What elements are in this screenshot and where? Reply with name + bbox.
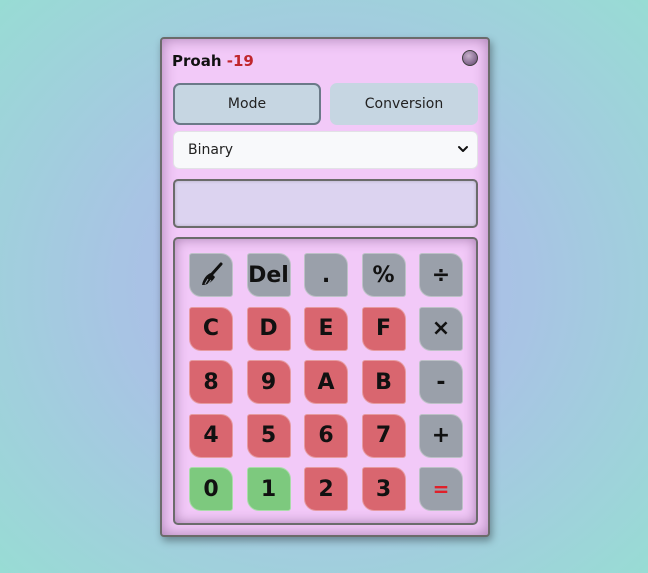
key-3[interactable]: 3 xyxy=(361,467,406,511)
keypad: Del.% ÷ C D E F × 8 9 A B - 4 5 6 7 +0 1 2 3 = xyxy=(173,237,478,525)
title-number: -19 xyxy=(226,52,254,70)
key-e[interactable]: E xyxy=(304,306,348,351)
delete-key[interactable]: Del xyxy=(246,253,291,297)
key-label: D xyxy=(259,316,278,341)
result-display xyxy=(173,179,478,228)
key-label: 2 xyxy=(318,476,334,502)
key-label: C xyxy=(202,316,220,341)
key-d[interactable]: D xyxy=(246,306,291,351)
conversion-button[interactable]: Conversion xyxy=(330,83,478,125)
title-name: Proah xyxy=(172,52,222,70)
key-label: F xyxy=(375,316,392,341)
equals-key[interactable]: = xyxy=(419,467,463,511)
decimal-point-key[interactable]: . xyxy=(304,253,348,297)
key-label: 4 xyxy=(203,423,219,448)
number-base-select[interactable]: Binary xyxy=(173,131,478,169)
calculator-window: Proah -19 Mode Conversion Binary Del.% ÷ C… xyxy=(160,37,490,537)
key-8[interactable]: 8 xyxy=(189,360,233,404)
divide-key[interactable]: ÷ xyxy=(419,253,463,297)
mode-button-label: Mode xyxy=(227,96,267,112)
key-5[interactable]: 5 xyxy=(246,413,291,458)
key-label: A xyxy=(317,369,335,395)
number-base-selected-value: Binary xyxy=(188,142,233,158)
key-label: B xyxy=(375,369,392,395)
key-c[interactable]: C xyxy=(189,306,233,351)
key-a[interactable]: A xyxy=(304,360,348,404)
key-label: % xyxy=(372,262,395,288)
key-b[interactable]: B xyxy=(361,360,406,404)
power-knob-button[interactable] xyxy=(462,50,478,66)
key-label: 0 xyxy=(203,476,219,502)
add-key[interactable]: + xyxy=(419,413,463,458)
key-label: 7 xyxy=(375,423,392,448)
key-6[interactable]: 6 xyxy=(304,413,348,458)
key-label: 6 xyxy=(318,423,334,448)
mode-button[interactable]: Mode xyxy=(173,83,321,125)
conversion-button-label: Conversion xyxy=(364,96,444,112)
key-2[interactable]: 2 xyxy=(304,467,348,511)
subtract-key[interactable]: - xyxy=(419,360,463,404)
key-label: 5 xyxy=(260,423,277,448)
key-label: - xyxy=(436,369,446,395)
key-7[interactable]: 7 xyxy=(361,413,406,458)
key-label: ÷ xyxy=(431,262,451,288)
key-label: 1 xyxy=(260,476,277,502)
percent-key[interactable]: % xyxy=(361,253,406,297)
key-4[interactable]: 4 xyxy=(189,413,233,458)
key-label: 8 xyxy=(203,369,219,395)
key-label: Del xyxy=(248,262,289,288)
key-label: 9 xyxy=(260,369,277,395)
multiply-key[interactable]: × xyxy=(419,306,463,351)
app-title: Proah -19 xyxy=(172,52,254,70)
key-0[interactable]: 0 xyxy=(189,467,233,511)
key-label: = xyxy=(432,477,450,501)
key-label: × xyxy=(431,316,451,341)
key-label: . xyxy=(321,262,331,288)
key-f[interactable]: F xyxy=(361,306,406,351)
broom-icon xyxy=(202,262,223,285)
chevron-down-icon xyxy=(458,146,468,152)
key-label: + xyxy=(431,423,451,448)
clear-all-key[interactable] xyxy=(189,253,233,297)
key-label: 3 xyxy=(375,476,392,502)
key-9[interactable]: 9 xyxy=(246,360,291,404)
key-label: E xyxy=(318,316,334,341)
key-1[interactable]: 1 xyxy=(246,467,291,511)
